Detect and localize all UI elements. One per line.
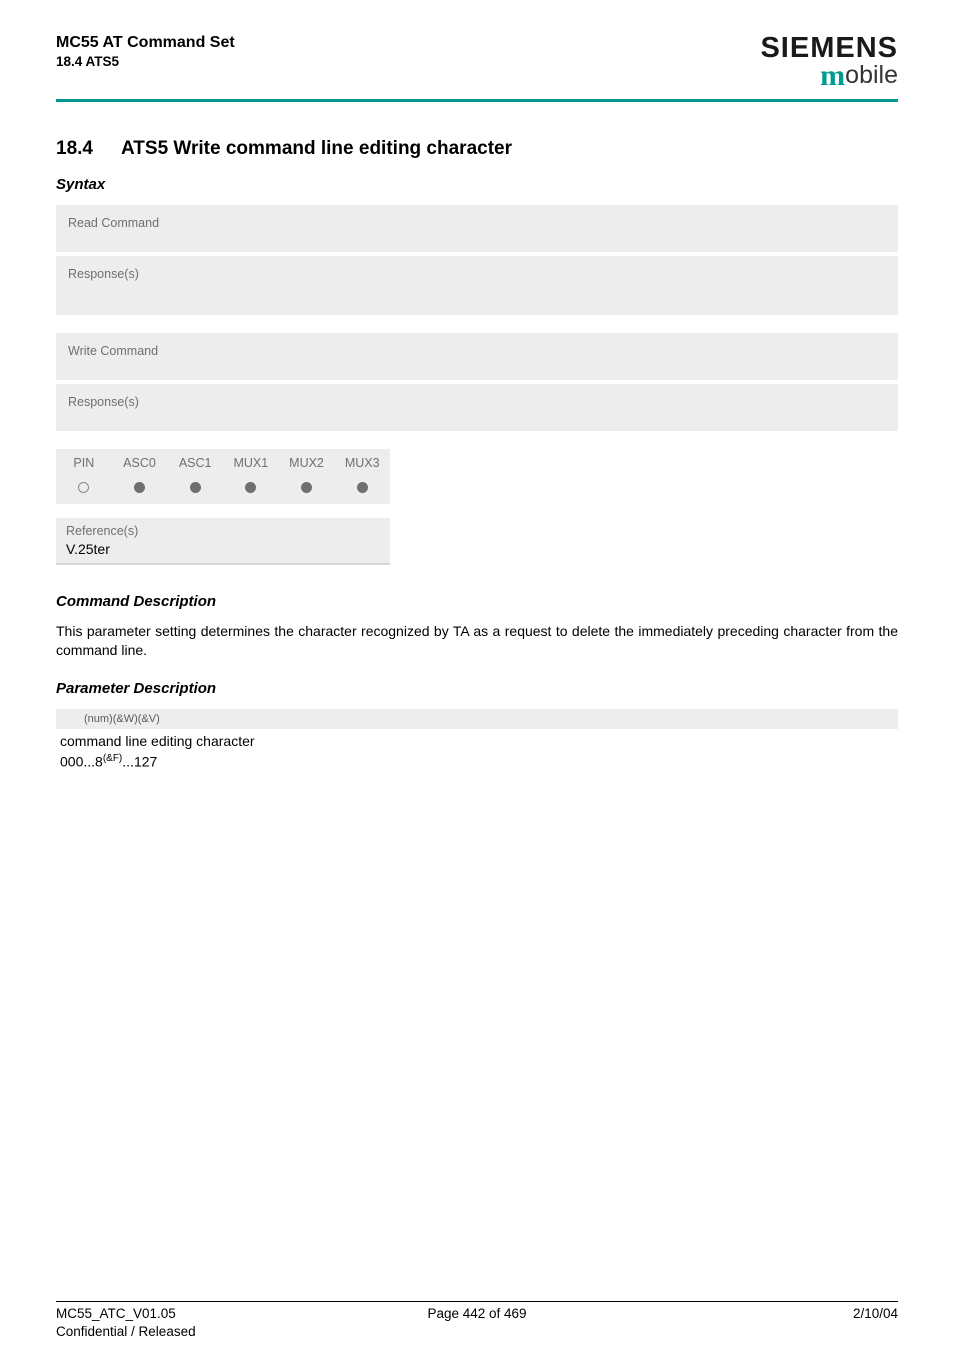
footer-right: 2/10/04 xyxy=(853,1306,898,1321)
circle-fill-icon xyxy=(245,482,256,493)
mobile-logo: mobile xyxy=(760,61,898,91)
interfaces-value-row xyxy=(56,477,390,504)
col-asc0: ASC0 xyxy=(112,449,168,477)
col-mux2: MUX2 xyxy=(279,449,335,477)
reference-value: V.25ter xyxy=(56,541,390,565)
interfaces-header-row: PIN ASC0 ASC1 MUX1 MUX2 MUX3 xyxy=(56,449,390,477)
col-mux3: MUX3 xyxy=(334,449,390,477)
read-command-block: Read Command xyxy=(56,205,898,252)
response-block-2: Response(s) xyxy=(56,384,898,431)
reference-label: Reference(s) xyxy=(56,518,390,541)
circle-open-icon xyxy=(78,482,89,493)
footer-confidential: Confidential / Released xyxy=(56,1324,196,1339)
range-post: ...127 xyxy=(122,753,157,769)
cell-asc1 xyxy=(167,477,223,504)
command-description-text: This parameter setting determines the ch… xyxy=(56,622,898,660)
doc-header: MC55 AT Command Set 18.4 ATS5 SIEMENS mo… xyxy=(56,34,898,91)
cell-pin xyxy=(56,477,112,504)
mobile-rest: obile xyxy=(845,61,898,89)
parameter-range: 000...8(&F)...127 xyxy=(56,753,898,770)
footer: MC55_ATC_V01.05 Page 442 of 469 2/10/04 xyxy=(56,1301,898,1321)
cell-mux3 xyxy=(334,477,390,504)
section-number: 18.4 xyxy=(56,138,93,160)
parameter-description-label: Parameter Description xyxy=(56,680,898,697)
syntax-label: Syntax xyxy=(56,176,898,193)
header-divider xyxy=(56,99,898,102)
brand-block: SIEMENS mobile xyxy=(760,34,898,91)
doc-title: MC55 AT Command Set xyxy=(56,34,235,52)
range-superscript: (&F) xyxy=(103,753,122,764)
col-mux1: MUX1 xyxy=(223,449,279,477)
interfaces-table: PIN ASC0 ASC1 MUX1 MUX2 MUX3 xyxy=(56,449,390,504)
footer-left: MC55_ATC_V01.05 xyxy=(56,1306,176,1321)
circle-fill-icon xyxy=(301,482,312,493)
parameter-attributes-bar: (num)(&W)(&V) xyxy=(56,709,898,729)
parameter-text: command line editing character xyxy=(56,733,898,749)
write-command-block: Write Command xyxy=(56,333,898,380)
footer-center: Page 442 of 469 xyxy=(56,1306,898,1321)
circle-fill-icon xyxy=(357,482,368,493)
col-asc1: ASC1 xyxy=(167,449,223,477)
doc-subtitle: 18.4 ATS5 xyxy=(56,54,235,69)
circle-fill-icon xyxy=(134,482,145,493)
header-left: MC55 AT Command Set 18.4 ATS5 xyxy=(56,34,235,69)
cell-asc0 xyxy=(112,477,168,504)
col-pin: PIN xyxy=(56,449,112,477)
cell-mux1 xyxy=(223,477,279,504)
section-title: ATS5 Write command line editing characte… xyxy=(121,138,512,159)
section-heading: 18.4 ATS5 Write command line editing char… xyxy=(56,138,898,160)
circle-fill-icon xyxy=(190,482,201,493)
command-description-label: Command Description xyxy=(56,593,898,610)
range-pre: 000...8 xyxy=(60,753,103,769)
response-block-1: Response(s) xyxy=(56,256,898,315)
mobile-m-glyph: m xyxy=(820,59,845,92)
cell-mux2 xyxy=(279,477,335,504)
